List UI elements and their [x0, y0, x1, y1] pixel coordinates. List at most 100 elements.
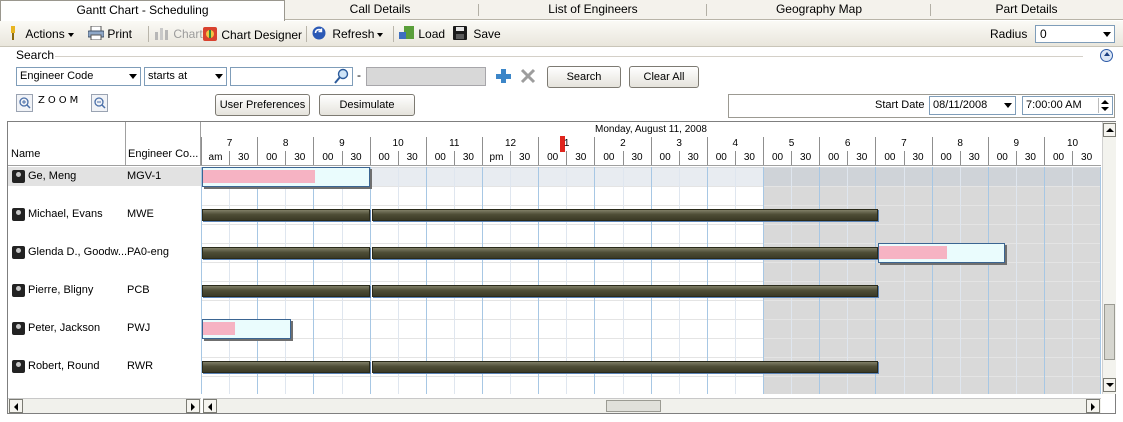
scroll-right-button[interactable] [1086, 399, 1100, 413]
save-button[interactable]: Save [453, 26, 501, 42]
minute-label: 30 [622, 151, 651, 165]
column-header-engineer-code[interactable]: Engineer Co... [128, 148, 198, 160]
scheduled-call-bar[interactable] [372, 285, 878, 297]
floppy-disk-icon [453, 26, 467, 44]
engineer-name: Peter, Jackson [28, 322, 101, 334]
scroll-thumb[interactable] [1104, 304, 1115, 360]
scheduled-call-bar[interactable] [372, 247, 878, 259]
left-horizontal-scrollbar[interactable] [8, 398, 201, 413]
lookup-icon[interactable] [334, 68, 349, 90]
scheduled-call-bar[interactable] [202, 247, 370, 259]
tab-geography-map[interactable]: Geography Map [708, 2, 930, 19]
engineer-code: MGV-1 [127, 170, 162, 182]
bar-chart-icon [154, 26, 170, 44]
time-gridline [819, 167, 821, 394]
scroll-down-button[interactable] [1103, 378, 1116, 392]
engineer-row[interactable]: Glenda D., Goodw... PA0-eng [8, 243, 201, 262]
vertical-scrollbar[interactable] [1102, 122, 1116, 394]
scroll-left-button[interactable] [9, 399, 23, 413]
scroll-left-button[interactable] [203, 399, 217, 413]
refresh-button[interactable]: Refresh [312, 26, 384, 42]
scheduled-call-bar[interactable] [202, 285, 370, 297]
scroll-right-button[interactable] [186, 399, 200, 413]
search-field-select[interactable]: Engineer Code [16, 67, 141, 86]
search-button[interactable]: Search [547, 66, 621, 88]
engineer-icon [12, 208, 25, 221]
tab-gantt-chart[interactable]: Gantt Chart - Scheduling [0, 0, 285, 21]
chart-horizontal-scrollbar[interactable] [203, 398, 1101, 413]
scroll-thumb[interactable] [606, 400, 661, 412]
start-date-picker[interactable]: 08/11/2008 [929, 96, 1016, 115]
hour-label: 9 [313, 137, 369, 151]
column-header-name[interactable]: Name [11, 148, 40, 160]
time-gridline [1015, 167, 1017, 394]
shift-bar[interactable] [878, 243, 1005, 263]
minute-label: 30 [734, 151, 763, 165]
minute-label: 00 [369, 151, 398, 165]
minute-label: 00 [931, 151, 960, 165]
close-icon [520, 68, 536, 84]
scroll-up-button[interactable] [1103, 123, 1116, 137]
engineer-row[interactable]: Pierre, Bligny PCB [8, 281, 201, 300]
time-gridline [201, 167, 202, 394]
engineer-name: Ge, Meng [28, 170, 77, 182]
search-operator-select[interactable]: starts at [144, 67, 227, 86]
clear-all-button[interactable]: Clear All [629, 66, 699, 88]
hour-label: 8 [257, 137, 313, 151]
time-gridline [622, 167, 624, 394]
shift-bar[interactable] [202, 167, 370, 187]
engineer-code: PCB [127, 284, 150, 296]
engineer-code: PA0-eng [127, 246, 169, 258]
minute-label: 30 [229, 151, 257, 165]
engineer-row[interactable]: Peter, Jackson PWJ [8, 319, 201, 338]
print-button[interactable]: Print [87, 25, 132, 42]
shift-bar[interactable] [202, 319, 291, 339]
scheduled-call-bar[interactable] [202, 209, 370, 221]
user-preferences-button[interactable]: User Preferences [215, 94, 310, 116]
add-criteria-button[interactable] [495, 68, 511, 87]
chart-designer-button[interactable]: Chart Designer [202, 26, 302, 42]
chevron-down-icon [377, 33, 384, 37]
time-gridline [397, 167, 399, 394]
engineer-name: Robert, Round [28, 360, 100, 372]
minute-label: 30 [1015, 151, 1044, 165]
time-spinner-icon[interactable] [1098, 98, 1110, 113]
engineer-row[interactable]: Michael, Evans MWE [8, 205, 201, 224]
time-gridline [791, 167, 793, 394]
zoom-out-button[interactable] [91, 94, 108, 112]
start-time-input[interactable]: 7:00:00 AM [1022, 96, 1113, 115]
time-gridline [453, 167, 455, 394]
gantt-body[interactable] [201, 167, 1101, 394]
search-value-input[interactable] [230, 67, 353, 86]
engineer-row[interactable]: Ge, Meng MGV-1 [8, 167, 201, 186]
tab-list-of-engineers[interactable]: List of Engineers [478, 2, 708, 19]
time-gridline [1072, 167, 1074, 394]
minute-label: 00 [819, 151, 847, 165]
zoom-in-button[interactable] [16, 94, 33, 112]
desimulate-button[interactable]: Desimulate [319, 94, 415, 116]
hour-label: 10 [369, 137, 426, 151]
time-gridline [229, 167, 231, 394]
minute-label: 30 [510, 151, 538, 165]
minute-label: 30 [847, 151, 875, 165]
hour-label: 9 [987, 137, 1044, 151]
time-gridline [678, 167, 680, 394]
hour-label: 7 [875, 137, 931, 151]
minute-label: 00 [763, 151, 791, 165]
engineer-name: Michael, Evans [28, 208, 103, 220]
chevron-down-icon [129, 74, 137, 79]
tab-part-details[interactable]: Part Details [930, 2, 1123, 19]
tab-call-details[interactable]: Call Details [285, 2, 475, 19]
scheduled-call-bar[interactable] [372, 209, 878, 221]
actions-menu[interactable]: Actions [8, 26, 74, 42]
remove-criteria-button[interactable] [520, 68, 536, 87]
scheduled-call-bar[interactable] [372, 361, 878, 373]
engineer-row[interactable]: Robert, Round RWR [8, 357, 201, 376]
collapse-search-button[interactable] [1100, 49, 1113, 62]
hour-label: 2 [594, 137, 650, 151]
chart-button[interactable]: Chart [154, 26, 203, 42]
gantt-chart-area[interactable]: Monday, August 11, 2008 7 8 9 10 11 12 1 2 3 4 5 6 7… [201, 122, 1101, 394]
radius-dropdown[interactable]: 0 [1035, 25, 1115, 43]
load-button[interactable]: Load [399, 26, 445, 42]
scheduled-call-bar[interactable] [202, 361, 370, 373]
